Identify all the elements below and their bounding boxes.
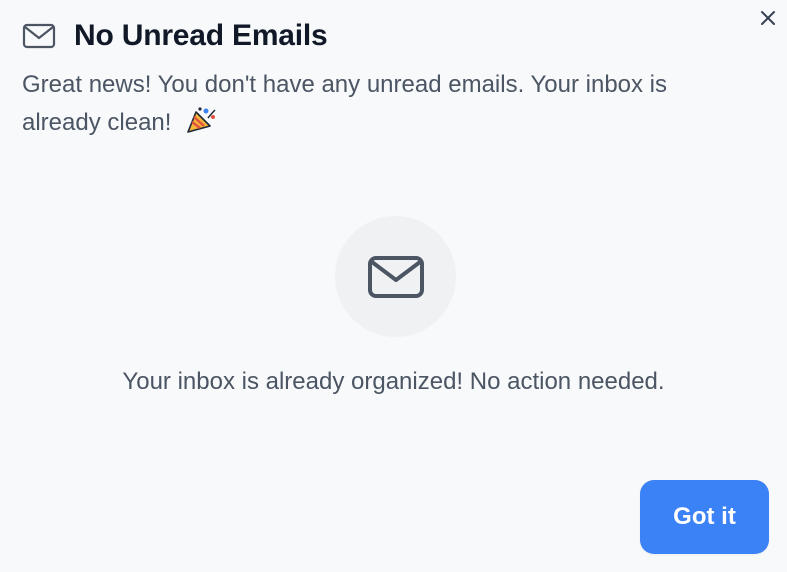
mail-icon xyxy=(22,18,58,54)
dialog-title: No Unread Emails xyxy=(74,19,328,52)
empty-state-icon-circle xyxy=(335,216,456,337)
dialog-message-text: Great news! You don't have any unread em… xyxy=(22,71,668,136)
empty-state-text: Your inbox is already organized! No acti… xyxy=(122,368,665,395)
close-icon xyxy=(761,11,775,25)
dialog-header: No Unread Emails xyxy=(22,18,328,54)
got-it-button[interactable]: Got it xyxy=(640,480,769,554)
no-unread-emails-dialog: No Unread Emails Great news! You don't h… xyxy=(0,0,787,572)
party-popper-icon xyxy=(184,106,218,146)
close-button[interactable] xyxy=(756,6,780,30)
dialog-message: Great news! You don't have any unread em… xyxy=(22,66,752,146)
mail-icon xyxy=(367,255,424,298)
